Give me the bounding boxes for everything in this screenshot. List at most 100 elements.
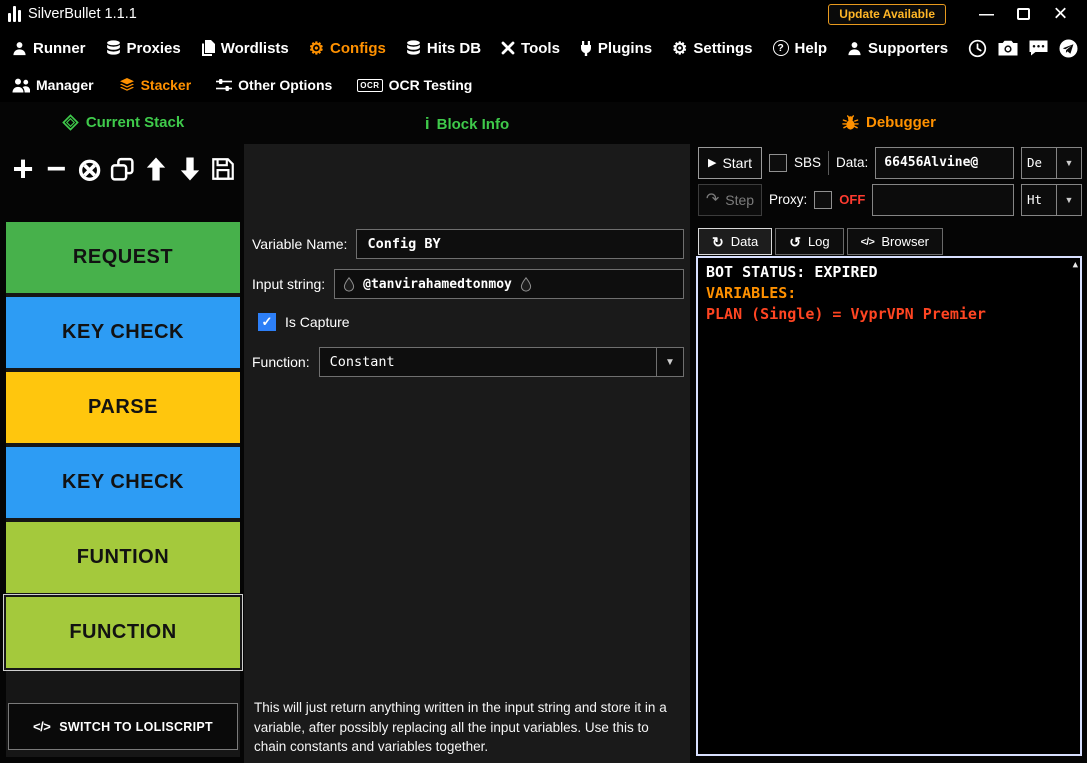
configs-gear-icon: ⚙: [308, 38, 325, 58]
tab-log[interactable]: ↺ Log: [775, 228, 844, 255]
nav-item-hits-db[interactable]: Hits DB: [406, 40, 481, 57]
separator: [828, 150, 830, 175]
subnav-item-other-options[interactable]: Other Options: [216, 77, 332, 93]
switch-to-loliscript-button[interactable]: </> SWITCH TO LOLISCRIPT: [8, 703, 238, 750]
screenshot-camera-icon[interactable]: [998, 40, 1018, 56]
stack-block-keycheck-2[interactable]: KEY CHECK: [6, 447, 240, 518]
tab-label: Log: [807, 234, 830, 249]
maximize-icon: [1017, 8, 1030, 20]
debugger-console[interactable]: ▲ BOT STATUS: EXPIRED VARIABLES: PLAN (S…: [696, 256, 1082, 756]
stack-block-request[interactable]: REQUEST: [6, 222, 240, 293]
tab-label: Data: [730, 234, 759, 249]
data-type-dropdown[interactable]: De ▼: [1021, 146, 1082, 179]
nav-item-tools[interactable]: Tools: [501, 40, 560, 57]
proxy-input[interactable]: [872, 183, 1014, 216]
start-button[interactable]: ▶ Start: [698, 146, 762, 179]
stack-block-keycheck-1[interactable]: KEY CHECK: [6, 297, 240, 368]
stack-block-parse[interactable]: PARSE: [6, 372, 240, 443]
is-capture-checkbox[interactable]: ✓: [258, 313, 276, 331]
block-info-header: i Block Info: [244, 114, 690, 134]
debugger-title: Debugger: [865, 114, 936, 131]
minimize-button[interactable]: —: [968, 0, 1005, 28]
configs-subnav: Manager Stacker Other Options OCR OCR Te…: [0, 68, 1087, 102]
nav-item-runner[interactable]: Runner: [12, 40, 86, 57]
block-info-panel: Variable Name: Input string: @tanviraham…: [244, 144, 690, 763]
subnav-item-stacker[interactable]: Stacker: [119, 77, 191, 93]
nav-item-wordlists[interactable]: Wordlists: [201, 40, 289, 57]
code-icon: </>: [860, 235, 875, 248]
is-capture-label: Is Capture: [285, 314, 350, 330]
function-row: Function: Constant ▼: [252, 346, 684, 378]
update-available-button[interactable]: Update Available: [828, 3, 946, 25]
subnav-label: Other Options: [238, 77, 333, 93]
variable-name-row: Variable Name:: [252, 228, 684, 260]
nav-item-supporters[interactable]: Supporters: [847, 40, 948, 57]
nav-label: Hits DB: [426, 39, 482, 57]
function-select[interactable]: Constant ▼: [318, 347, 684, 377]
titlebar: SilverBullet 1.1.1 Update Available — ×: [0, 0, 1087, 28]
debugger-header: Debugger: [696, 114, 1082, 131]
chevron-down-icon: ▼: [1056, 184, 1081, 215]
input-string-caption: Input string:: [252, 276, 326, 292]
stack-block-function-selected[interactable]: FUNCTION: [6, 597, 240, 668]
stacker-panel: + − ⊗ REQUEST KEY CHECK PARSE KEY CHECK …: [6, 102, 240, 763]
is-capture-row: ✓ Is Capture: [258, 310, 684, 334]
app-window: SilverBullet 1.1.1 Update Available — × …: [0, 0, 1087, 763]
input-string-field[interactable]: @tanvirahamedtonmoy: [334, 269, 684, 299]
remove-block-button[interactable]: −: [42, 149, 70, 189]
nav-item-proxies[interactable]: Proxies: [106, 40, 181, 57]
sbs-checkbox[interactable]: [769, 153, 787, 172]
proxy-checkbox[interactable]: [814, 190, 833, 209]
save-stack-button[interactable]: [209, 149, 237, 189]
block-description: This will just return anything written i…: [254, 700, 667, 755]
manager-icon: [12, 78, 30, 93]
window-controls: — ×: [968, 0, 1079, 28]
close-button[interactable]: ×: [1042, 0, 1079, 28]
tools-icon: [501, 41, 515, 55]
tab-data[interactable]: ↻ Data: [698, 228, 773, 255]
nav-label: Configs: [330, 39, 386, 57]
function-caption: Function:: [252, 354, 310, 370]
subnav-item-ocr-testing[interactable]: OCR OCR Testing: [357, 77, 472, 93]
nav-quick-icons: [968, 39, 1082, 58]
nav-item-configs[interactable]: ⚙ Configs: [309, 40, 386, 57]
step-button-label: Step: [725, 191, 755, 208]
nav-label: Supporters: [868, 39, 949, 57]
data-input[interactable]: [875, 146, 1014, 179]
add-block-button[interactable]: +: [9, 149, 37, 189]
scroll-up-arrow[interactable]: ▲: [1073, 259, 1078, 272]
history-icon[interactable]: [968, 39, 987, 58]
refresh-icon: ↻: [712, 233, 724, 250]
subnav-item-manager[interactable]: Manager: [12, 77, 94, 93]
wordlists-icon: [201, 40, 215, 56]
debugger-row-2: ↷ Step Proxy: OFF Ht ▼: [698, 183, 1082, 216]
stack-block-label: PARSE: [88, 396, 158, 418]
supporters-icon: [847, 41, 862, 56]
tab-browser[interactable]: </> Browser: [846, 228, 944, 255]
clone-block-button[interactable]: [109, 149, 137, 189]
function-select-value: Constant: [329, 354, 395, 370]
variable-name-input[interactable]: [356, 229, 684, 259]
console-line-plan: PLAN (Single) = VyprVPN Premier: [706, 305, 986, 323]
nav-item-help[interactable]: ? Help: [772, 40, 827, 57]
move-up-button[interactable]: [142, 149, 170, 189]
data-label: Data:: [836, 155, 869, 170]
proxy-type-value: Ht: [1027, 192, 1043, 207]
nav-item-settings[interactable]: ⚙ Settings: [672, 40, 752, 57]
maximize-button[interactable]: [1005, 0, 1042, 28]
play-icon: ▶: [707, 157, 717, 169]
stack-block-funtion[interactable]: FUNTION: [6, 522, 240, 593]
nav-label: Tools: [521, 39, 560, 57]
clear-stack-button[interactable]: ⊗: [76, 149, 104, 189]
telegram-icon[interactable]: [1059, 39, 1078, 58]
chevron-down-icon: ▼: [656, 348, 683, 376]
plugins-icon: [580, 40, 592, 56]
stack-block-label: KEY CHECK: [62, 471, 184, 493]
stack-toolbar: + − ⊗: [6, 144, 240, 194]
nav-item-plugins[interactable]: Plugins: [580, 40, 652, 57]
move-down-button[interactable]: [176, 149, 204, 189]
chat-icon[interactable]: [1029, 40, 1048, 56]
proxy-type-dropdown[interactable]: Ht ▼: [1021, 183, 1082, 216]
step-button[interactable]: ↷ Step: [698, 183, 762, 216]
stacker-icon: [119, 77, 135, 93]
